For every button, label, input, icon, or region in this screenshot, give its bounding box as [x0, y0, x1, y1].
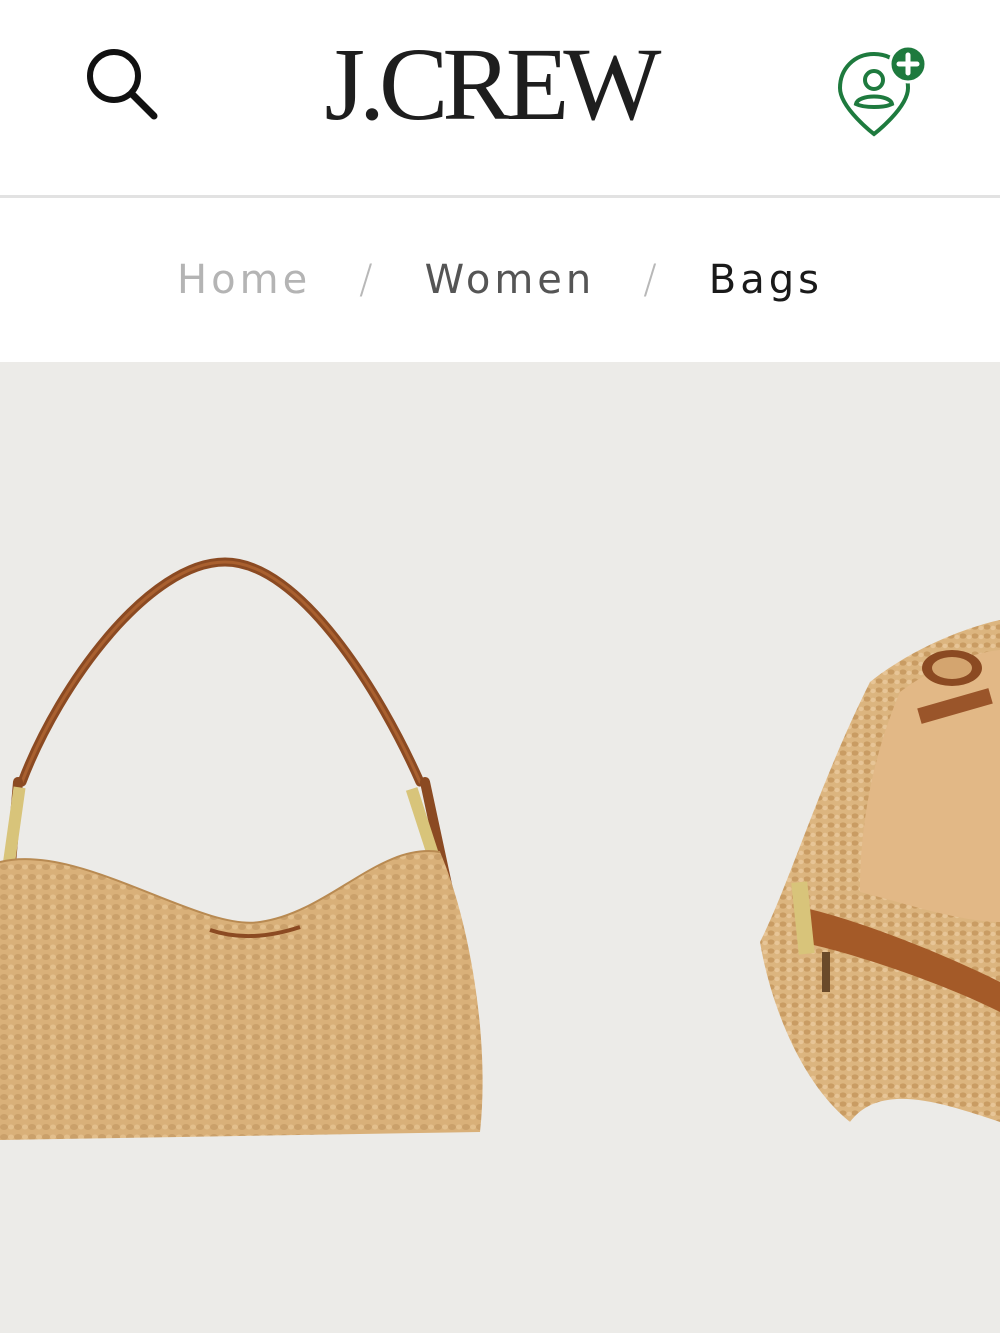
breadcrumb-separator: / [359, 257, 377, 303]
add-user-location-icon [837, 44, 928, 137]
product-image-gallery[interactable] [0, 362, 1000, 1333]
search-button[interactable] [82, 44, 164, 126]
breadcrumb-women[interactable]: Women [425, 257, 596, 303]
breadcrumb: Home / Women / Bags [0, 198, 1000, 362]
breadcrumb-home[interactable]: Home [177, 257, 311, 303]
brand-logo[interactable]: J.CREW [280, 30, 700, 140]
breadcrumb-separator: / [643, 257, 661, 303]
search-icon [87, 49, 158, 120]
breadcrumb-bags: Bags [708, 257, 823, 303]
product-image-interior[interactable] [760, 620, 1000, 1122]
product-image-front[interactable] [0, 557, 483, 1140]
account-button[interactable] [830, 42, 934, 142]
site-header: J.CREW [0, 0, 1000, 198]
